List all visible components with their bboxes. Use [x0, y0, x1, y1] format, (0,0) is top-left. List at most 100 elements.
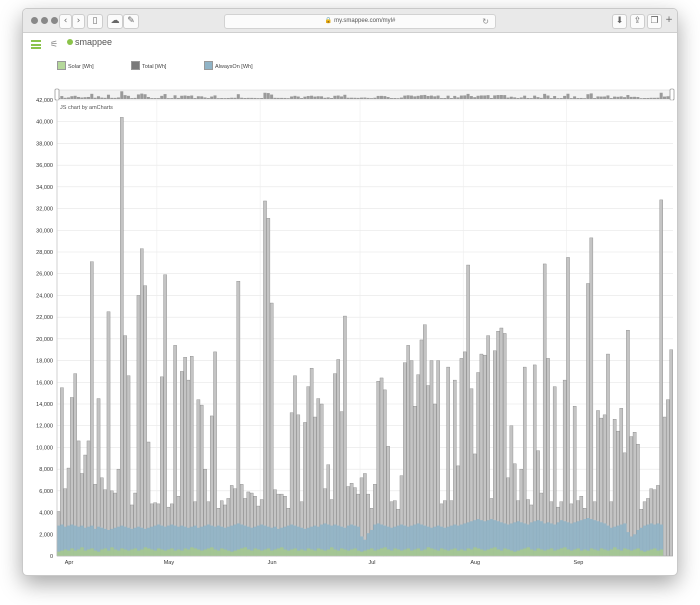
solar-bar: [100, 549, 104, 556]
solar-bar: [636, 548, 640, 556]
address-bar[interactable]: 🔒 my.smappee.com/myl# ↻: [224, 14, 496, 29]
scrollbar-preview-bar: [373, 97, 377, 99]
scrollbar-preview-bar: [126, 95, 130, 99]
y-tick-label: 42,000: [36, 98, 53, 104]
y-tick-label: 36,000: [36, 163, 53, 169]
url-text: my.smappee.com/myl#: [334, 18, 396, 24]
scrollbar-preview-bar: [446, 95, 450, 99]
scrollbar-preview-bar: [433, 96, 437, 99]
scrollbar-preview-bar: [310, 95, 314, 99]
chart-scrollbar[interactable]: [54, 88, 675, 101]
reload-icon[interactable]: ↻: [482, 15, 489, 28]
x-tick-label: Apr: [65, 560, 74, 566]
solar-bar: [73, 550, 78, 556]
y-tick-label: 40,000: [36, 120, 53, 126]
scrollbar-preview-bar: [463, 95, 467, 99]
scrollbar-preview-bar: [276, 97, 280, 99]
solar-bar: [459, 549, 464, 556]
scrollbar-preview-bar: [643, 98, 647, 99]
back-button[interactable]: ‹: [59, 14, 72, 29]
scrollbar-preview-bar: [100, 97, 104, 99]
close-window-icon[interactable]: [31, 17, 38, 24]
scrollbar-preview-bar: [493, 95, 497, 99]
scrollbar-preview-bar: [343, 94, 347, 99]
scrollbar-preview-bar: [76, 96, 80, 99]
hamburger-icon[interactable]: [31, 40, 41, 49]
solar-bar: [486, 549, 491, 556]
scrollbar-preview-bar: [619, 96, 623, 99]
solar-bar: [556, 549, 560, 556]
solar-bar: [63, 549, 68, 556]
scrollbar-preview-bar: [439, 98, 443, 99]
solar-bar: [333, 549, 337, 556]
scrollbar-preview-bar: [226, 97, 230, 99]
total-bar: [503, 333, 507, 557]
solar-bar: [419, 550, 424, 556]
scrollbar-preview-bar: [136, 94, 140, 99]
smappee-logo[interactable]: smappee: [67, 37, 112, 47]
tabs-overview-button[interactable]: ❐: [647, 14, 662, 29]
solar-bar: [163, 550, 168, 556]
solar-bar: [176, 549, 181, 556]
y-tick-label: 2,000: [39, 532, 53, 538]
solar-bar: [96, 551, 101, 556]
solar-bar: [360, 551, 364, 556]
icloud-tabs-button[interactable]: ☁: [107, 14, 123, 29]
scrollbar-preview-bar: [583, 98, 587, 99]
solar-bar: [633, 549, 637, 556]
minimize-window-icon[interactable]: [41, 17, 48, 24]
filter-icon[interactable]: ⚟: [50, 39, 58, 50]
scrollbar-preview-bar: [163, 94, 167, 99]
forward-button[interactable]: ›: [72, 14, 85, 29]
scrollbar-preview-bar: [116, 97, 120, 99]
y-tick-label: 10,000: [36, 445, 53, 451]
amcharts-credit[interactable]: JS chart by amCharts: [60, 105, 113, 111]
scrollbar-preview-bar: [566, 93, 570, 99]
scrollbar-preview-bar: [623, 97, 627, 99]
solar-bar: [320, 549, 324, 556]
scrollbar-preview-bar: [633, 96, 637, 99]
zoom-window-icon[interactable]: [51, 17, 58, 24]
total-bar: [659, 199, 663, 557]
solar-bar: [310, 549, 314, 556]
solar-bar: [649, 549, 654, 556]
solar-bar: [150, 549, 154, 556]
browser-window: ‹ › ▯ ☁ ✎ 🔒 my.smappee.com/myl# ↻ ⬇ ⇪ ❐ +…: [22, 8, 678, 576]
solar-bar: [296, 550, 301, 556]
browser-toolbar: ‹ › ▯ ☁ ✎ 🔒 my.smappee.com/myl# ↻ ⬇ ⇪ ❐ +: [23, 9, 677, 33]
scrollbar-preview-bar: [176, 97, 180, 99]
scrollbar-preview-bar: [190, 95, 194, 99]
y-tick-label: 0: [50, 554, 53, 560]
scrollbar-preview-bar: [503, 95, 507, 99]
solar-bar: [206, 548, 211, 556]
scrollbar-preview-bar: [166, 98, 170, 99]
scrollbar-preview-bar: [133, 97, 137, 99]
scrollbar-preview-bar: [66, 97, 70, 99]
total-bar: [669, 349, 673, 557]
solar-bar: [273, 549, 277, 556]
scrollbar-preview-bar: [426, 96, 430, 99]
total-bar: [566, 257, 570, 557]
solar-bar: [423, 549, 427, 556]
solar-bar: [266, 548, 271, 556]
sidebar-button[interactable]: ▯: [87, 14, 103, 29]
solar-bar: [653, 548, 657, 556]
scrollbar-preview-bar: [320, 96, 324, 99]
downloads-button[interactable]: ⬇: [612, 14, 627, 29]
scrollbar-preview-bar: [509, 96, 513, 99]
scrollbar-preview-bar: [213, 95, 217, 99]
scrollbar-preview-bar: [303, 96, 307, 99]
total-bar: [140, 248, 144, 557]
scrollbar-preview-bar: [666, 96, 670, 99]
x-tick-label: May: [164, 560, 175, 566]
share-button[interactable]: ⇪: [630, 14, 645, 29]
scrollbar-preview-bar: [379, 95, 383, 99]
solar-bar: [326, 549, 331, 556]
new-tab-button[interactable]: +: [664, 14, 674, 27]
scrollbar-preview-bar: [156, 98, 160, 99]
x-tick-label: Jul: [368, 560, 375, 566]
scrollbar-preview-bar: [70, 96, 74, 99]
solar-bar: [619, 550, 624, 556]
total-bar: [626, 329, 630, 557]
notes-button[interactable]: ✎: [123, 14, 139, 29]
